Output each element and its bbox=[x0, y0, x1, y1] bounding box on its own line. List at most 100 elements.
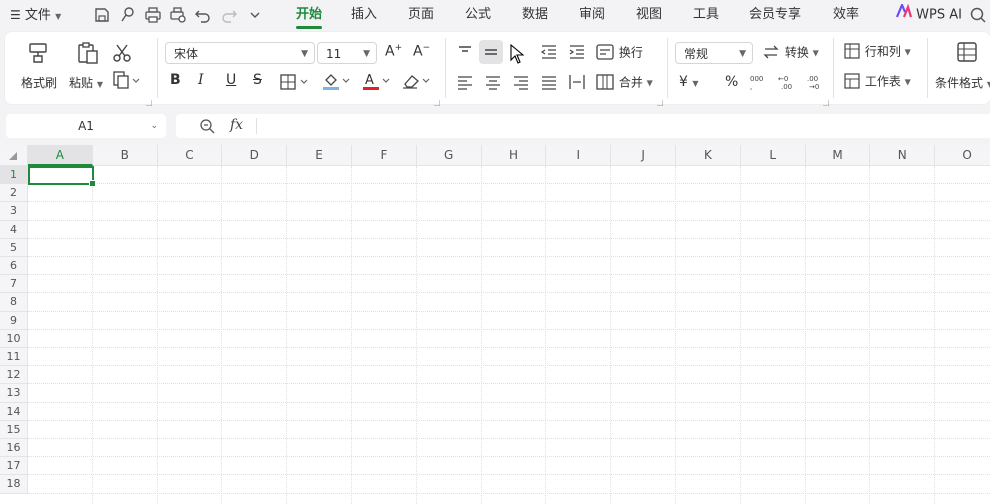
font-name-dropdown[interactable]: 宋体 ▼ bbox=[165, 42, 315, 64]
currency-button[interactable]: ¥ ▼ bbox=[679, 74, 699, 90]
row-header-2[interactable]: 2 bbox=[0, 184, 28, 203]
column-header-a[interactable]: A bbox=[28, 145, 93, 166]
paste-icon[interactable] bbox=[75, 40, 101, 66]
fill-handle[interactable] bbox=[88, 180, 96, 188]
alignment-dialog-launcher-icon[interactable] bbox=[657, 95, 664, 107]
thousands-separator-icon[interactable]: 000, bbox=[749, 72, 769, 92]
cut-icon[interactable] bbox=[111, 42, 133, 64]
font-size-dropdown[interactable]: 11 ▼ bbox=[317, 42, 377, 64]
conditional-format-button[interactable]: 条件格式 ▼ bbox=[935, 74, 990, 91]
tab-data[interactable]: 数据 bbox=[522, 0, 548, 30]
tab-page[interactable]: 页面 bbox=[408, 0, 434, 30]
decrease-font-icon[interactable]: A− bbox=[413, 43, 430, 60]
row-header-17[interactable]: 17 bbox=[0, 457, 28, 476]
file-menu-button[interactable]: ☰ 文件 ▼ bbox=[10, 0, 61, 30]
column-header-i[interactable]: I bbox=[546, 145, 612, 166]
underline-button[interactable]: U bbox=[226, 72, 236, 88]
row-header-14[interactable]: 14 bbox=[0, 402, 28, 421]
italic-button[interactable]: I bbox=[198, 72, 204, 88]
row-header-1[interactable]: 1 bbox=[0, 166, 28, 185]
clear-format-icon[interactable] bbox=[401, 71, 433, 91]
row-header-9[interactable]: 9 bbox=[0, 311, 28, 330]
paste-button[interactable]: 粘贴 ▼ bbox=[69, 74, 103, 91]
increase-decimal-icon[interactable]: ←0.00 bbox=[777, 72, 797, 92]
column-header-f[interactable]: F bbox=[352, 145, 417, 166]
column-header-o[interactable]: O bbox=[935, 145, 990, 166]
decrease-decimal-icon[interactable]: .00 →0 bbox=[805, 72, 825, 92]
convert-button[interactable]: 转换 ▼ bbox=[761, 42, 819, 62]
tab-insert[interactable]: 插入 bbox=[351, 0, 377, 30]
spreadsheet-grid[interactable]: A B C D E F G H I J K L M N O 1 2 3 4 5 6 7 8 9 10 11 12 13 14 15 16 17… bbox=[0, 145, 990, 504]
tab-member[interactable]: 会员专享 bbox=[749, 0, 801, 30]
fx-icon[interactable]: fx bbox=[230, 117, 243, 133]
select-all-corner[interactable] bbox=[0, 145, 28, 166]
formula-input[interactable]: fx bbox=[176, 114, 990, 138]
tab-view[interactable]: 视图 bbox=[636, 0, 662, 30]
row-header-18[interactable]: 18 bbox=[0, 475, 28, 494]
column-header-d[interactable]: D bbox=[222, 145, 288, 166]
tab-formula[interactable]: 公式 bbox=[465, 0, 491, 30]
print-icon[interactable] bbox=[143, 5, 163, 25]
row-header-13[interactable]: 13 bbox=[0, 384, 28, 403]
export-icon[interactable] bbox=[118, 5, 138, 25]
bold-button[interactable]: B bbox=[170, 72, 181, 88]
tab-efficiency[interactable]: 效率 bbox=[833, 0, 859, 30]
format-painter-icon[interactable] bbox=[25, 40, 51, 66]
undo-icon[interactable] bbox=[193, 5, 213, 25]
number-format-dropdown[interactable]: 常规 ▼ bbox=[675, 42, 753, 64]
column-header-l[interactable]: L bbox=[740, 145, 806, 166]
column-header-n[interactable]: N bbox=[870, 145, 936, 166]
print-preview-icon[interactable] bbox=[168, 5, 188, 25]
percent-button[interactable]: % bbox=[725, 74, 738, 90]
merge-button[interactable]: 合并 ▼ bbox=[595, 72, 653, 92]
row-header-12[interactable]: 12 bbox=[0, 366, 28, 385]
row-header-5[interactable]: 5 bbox=[0, 238, 28, 257]
rows-cols-button[interactable]: 行和列 ▼ bbox=[843, 42, 911, 60]
row-header-3[interactable]: 3 bbox=[0, 202, 28, 221]
copy-icon[interactable] bbox=[111, 70, 141, 90]
row-header-11[interactable]: 11 bbox=[0, 348, 28, 367]
fill-color-icon[interactable] bbox=[321, 71, 353, 91]
column-header-m[interactable]: M bbox=[805, 145, 871, 166]
wps-ai-button[interactable]: WPS AI bbox=[895, 0, 962, 30]
wrap-text-button[interactable]: 换行 bbox=[595, 42, 643, 62]
number-dialog-launcher-icon[interactable] bbox=[823, 95, 830, 107]
active-cell-a1[interactable] bbox=[28, 166, 96, 188]
save-icon[interactable] bbox=[92, 5, 112, 25]
decrease-indent-icon[interactable] bbox=[539, 42, 559, 62]
align-top-icon[interactable] bbox=[455, 42, 475, 62]
search-icon[interactable] bbox=[968, 5, 988, 25]
borders-icon[interactable] bbox=[279, 73, 311, 91]
column-header-g[interactable]: G bbox=[416, 145, 482, 166]
align-middle-icon[interactable] bbox=[479, 40, 503, 64]
align-center-icon[interactable] bbox=[483, 72, 503, 92]
font-dialog-launcher-icon[interactable] bbox=[434, 95, 441, 107]
strikethrough-button[interactable]: S bbox=[253, 72, 262, 88]
row-header-6[interactable]: 6 bbox=[0, 257, 28, 276]
row-header-4[interactable]: 4 bbox=[0, 220, 28, 239]
column-header-h[interactable]: H bbox=[481, 145, 547, 166]
format-painter-label[interactable]: 格式刷 bbox=[21, 74, 57, 91]
clipboard-dialog-launcher-icon[interactable] bbox=[146, 95, 153, 107]
worksheet-button[interactable]: 工作表 ▼ bbox=[843, 72, 911, 90]
column-header-b[interactable]: B bbox=[92, 145, 158, 166]
conditional-format-icon[interactable] bbox=[955, 40, 979, 64]
zoom-search-icon[interactable] bbox=[198, 117, 216, 138]
increase-font-icon[interactable]: A+ bbox=[385, 43, 402, 60]
row-header-7[interactable]: 7 bbox=[0, 275, 28, 294]
align-left-icon[interactable] bbox=[455, 72, 475, 92]
tab-review[interactable]: 审阅 bbox=[579, 0, 605, 30]
name-box[interactable]: A1 ⌄ bbox=[6, 114, 166, 138]
column-header-k[interactable]: K bbox=[676, 145, 741, 166]
align-right-icon[interactable] bbox=[511, 72, 531, 92]
row-header-8[interactable]: 8 bbox=[0, 293, 28, 312]
column-header-c[interactable]: C bbox=[157, 145, 223, 166]
font-color-icon[interactable]: A bbox=[361, 71, 393, 91]
column-header-e[interactable]: E bbox=[287, 145, 352, 166]
distributed-align-icon[interactable] bbox=[567, 72, 587, 92]
redo-icon[interactable] bbox=[219, 5, 239, 25]
column-header-j[interactable]: J bbox=[611, 145, 676, 166]
row-header-16[interactable]: 16 bbox=[0, 439, 28, 458]
increase-indent-icon[interactable] bbox=[567, 42, 587, 62]
row-header-15[interactable]: 15 bbox=[0, 420, 28, 439]
